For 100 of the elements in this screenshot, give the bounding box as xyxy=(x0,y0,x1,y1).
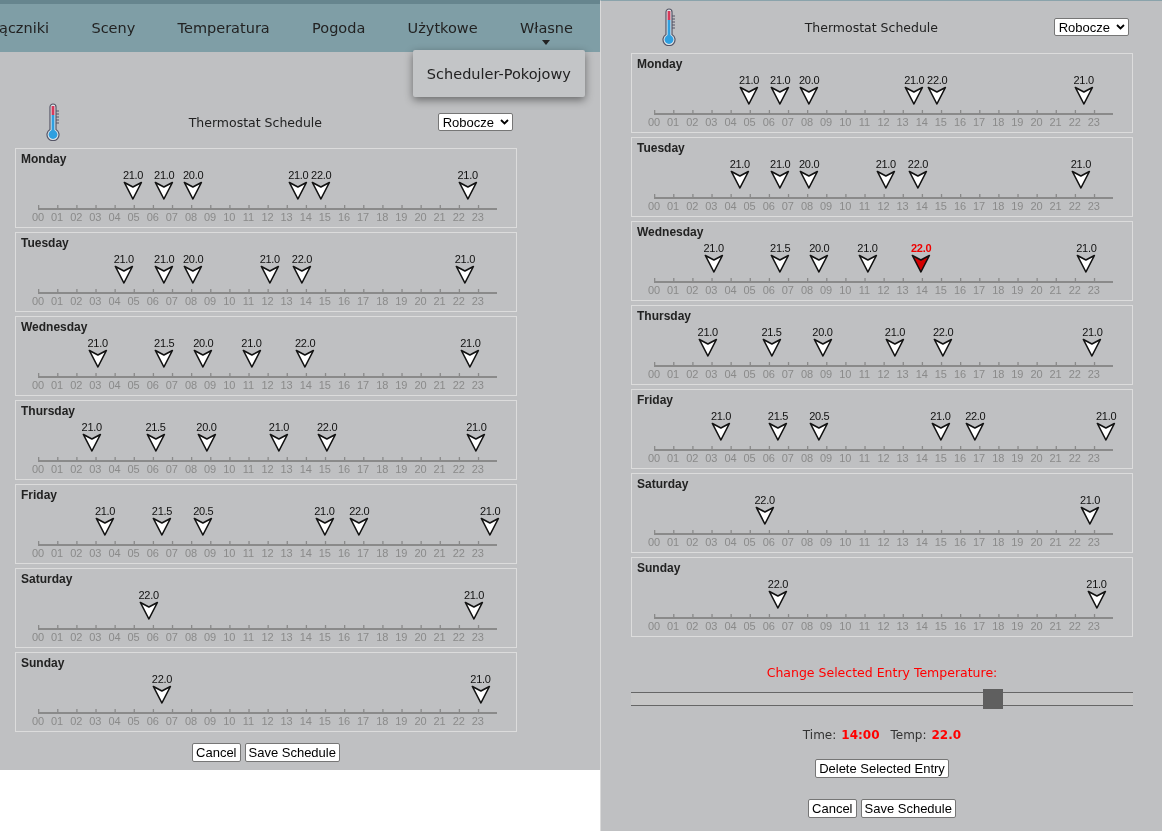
cancel-button[interactable]: Cancel xyxy=(192,743,241,762)
pointer-icon[interactable] xyxy=(464,601,485,620)
pointer-icon[interactable] xyxy=(927,86,948,105)
save-button[interactable]: Save Schedule xyxy=(244,743,340,762)
pointer-icon[interactable] xyxy=(767,422,788,441)
pointer-icon[interactable] xyxy=(1080,506,1101,525)
pointer-icon[interactable] xyxy=(857,254,878,273)
pointer-icon[interactable] xyxy=(154,265,175,284)
pointer-icon[interactable] xyxy=(1086,590,1107,609)
pointer-icon[interactable] xyxy=(754,506,775,525)
pointer-icon[interactable] xyxy=(799,86,820,105)
pointer-icon[interactable] xyxy=(138,601,159,620)
pointer-icon[interactable] xyxy=(288,181,309,200)
pointer-icon[interactable] xyxy=(113,265,134,284)
slider-thumb[interactable] xyxy=(982,689,1003,709)
pointer-icon[interactable] xyxy=(317,433,338,452)
temperature-label: 20.0 xyxy=(812,326,833,338)
temperature-label: 22.0 xyxy=(911,242,932,254)
pointer-icon[interactable] xyxy=(770,254,791,273)
pointer-icon[interactable] xyxy=(95,517,115,536)
save-button[interactable]: Save Schedule xyxy=(860,799,956,818)
pointer-icon[interactable] xyxy=(466,433,487,452)
hour-label: 23 xyxy=(1086,283,1101,297)
pointer-icon[interactable] xyxy=(151,685,172,704)
pointer-icon[interactable] xyxy=(268,433,289,452)
pointer-icon[interactable] xyxy=(259,265,280,284)
pointer-icon[interactable] xyxy=(154,181,175,200)
pointer-icon[interactable] xyxy=(809,422,830,441)
hour-label: 04 xyxy=(723,451,738,465)
pointer-icon[interactable] xyxy=(193,349,214,368)
pointer-icon[interactable] xyxy=(697,338,718,357)
menu-item[interactable]: Scheduler-Pokojowy xyxy=(426,66,571,82)
pointer-icon[interactable] xyxy=(1073,86,1094,105)
pointer-icon[interactable] xyxy=(470,685,491,704)
pointer-icon[interactable] xyxy=(196,433,217,452)
nav-link[interactable]: Temperatura xyxy=(177,4,270,52)
pointer-icon[interactable] xyxy=(291,265,312,284)
pointer-icon[interactable] xyxy=(457,181,478,200)
pointer-icon[interactable] xyxy=(907,170,928,189)
pointer-icon[interactable] xyxy=(770,170,791,189)
pointer-icon[interactable] xyxy=(812,338,833,357)
pointer-icon[interactable] xyxy=(1096,422,1117,441)
pointer-icon[interactable] xyxy=(311,181,332,200)
pointer-icon[interactable] xyxy=(154,349,175,368)
pointer-icon[interactable] xyxy=(1070,170,1091,189)
pointer-icon[interactable] xyxy=(460,349,481,368)
pointer-icon[interactable] xyxy=(729,170,750,189)
nav-link[interactable]: ączniki xyxy=(0,4,50,52)
temperature-label: 21.0 xyxy=(1096,410,1117,422)
pointer-icon[interactable] xyxy=(703,254,724,273)
day-name: Sunday xyxy=(21,656,66,670)
temperature-label: 20.0 xyxy=(183,169,204,181)
pointer-icon[interactable] xyxy=(809,254,830,273)
day-name: Wednesday xyxy=(21,320,89,334)
mode-dropdown[interactable]: Robocze xyxy=(1053,18,1129,36)
pointer-icon[interactable] xyxy=(295,349,316,368)
pointer-icon[interactable] xyxy=(767,590,788,609)
pointer-icon[interactable] xyxy=(965,422,986,441)
pointer-icon[interactable] xyxy=(884,338,905,357)
nav-link[interactable]: Własne xyxy=(519,4,573,52)
nav-link[interactable]: Sceny xyxy=(91,4,136,52)
hour-label: 04 xyxy=(107,462,122,476)
nav-link[interactable]: Pogoda xyxy=(312,4,366,52)
pointer-icon[interactable] xyxy=(123,181,143,200)
pointer-icon[interactable] xyxy=(349,517,370,536)
slider-track[interactable] xyxy=(631,689,1133,709)
pointer-icon[interactable] xyxy=(454,265,475,284)
pointer-icon[interactable] xyxy=(183,265,204,284)
pointer-icon[interactable] xyxy=(711,422,731,441)
pointer-icon[interactable] xyxy=(761,338,782,357)
cancel-button[interactable]: Cancel xyxy=(808,799,857,818)
hour-label: 04 xyxy=(107,210,122,224)
pointer-icon[interactable] xyxy=(241,349,262,368)
pointer-icon[interactable] xyxy=(145,433,166,452)
pointer-icon[interactable] xyxy=(183,181,204,200)
temperature-label: 21.0 xyxy=(81,421,102,433)
pointer-icon[interactable] xyxy=(480,517,501,536)
temperature-label: 21.0 xyxy=(241,337,262,349)
pointer-icon[interactable] xyxy=(770,86,791,105)
pointer-icon[interactable] xyxy=(87,349,108,368)
nav-link[interactable]: Użytkowe xyxy=(407,4,478,52)
pointer-icon[interactable] xyxy=(930,422,951,441)
pointer-icon[interactable] xyxy=(1076,254,1097,273)
pointer-icon[interactable] xyxy=(799,170,820,189)
pointer-icon[interactable] xyxy=(314,517,335,536)
pointer-icon[interactable] xyxy=(1082,338,1103,357)
hour-label: 10 xyxy=(838,115,853,129)
pointer-icon[interactable] xyxy=(911,254,932,273)
pointer-icon[interactable] xyxy=(739,86,759,105)
temperature-label: 21.0 xyxy=(857,242,878,254)
hour-label: 14 xyxy=(298,714,313,728)
pointer-icon[interactable] xyxy=(933,338,954,357)
pointer-icon[interactable] xyxy=(193,517,214,536)
pointer-icon[interactable] xyxy=(875,170,896,189)
pointer-icon[interactable] xyxy=(151,517,172,536)
temperature-label: 22.0 xyxy=(907,158,929,170)
mode-dropdown[interactable]: Robocze xyxy=(437,113,513,131)
pointer-icon[interactable] xyxy=(904,86,925,105)
pointer-icon[interactable] xyxy=(81,433,102,452)
delete-button[interactable]: Delete Selected Entry xyxy=(815,759,949,778)
